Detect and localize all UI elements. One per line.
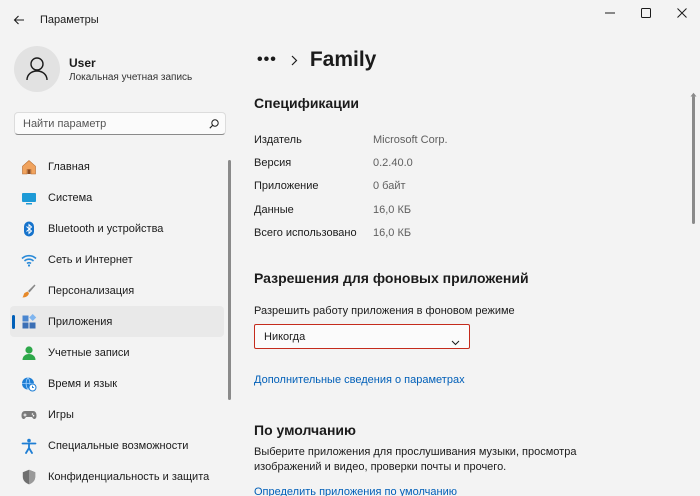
- minimize-icon: [605, 12, 615, 14]
- breadcrumb-ellipsis[interactable]: •••: [257, 51, 277, 69]
- minimize-button[interactable]: [592, 0, 628, 26]
- avatar: [14, 46, 60, 92]
- close-button[interactable]: [664, 0, 700, 26]
- user-profile[interactable]: User Локальная учетная запись: [14, 46, 224, 96]
- account-type: Локальная учетная запись: [69, 72, 193, 83]
- gamepad-icon: [20, 406, 38, 424]
- globe-clock-icon: [20, 375, 38, 393]
- spec-row: Всего использовано 16,0 КБ: [254, 222, 448, 245]
- spec-label: Приложение: [254, 180, 319, 193]
- sidebar-item-label: Приложения: [48, 315, 113, 328]
- defaults-title: По умолчанию: [254, 422, 356, 438]
- sidebar-item-privacy[interactable]: Конфиденциальность и защита: [10, 461, 224, 492]
- spec-value: Microsoft Corp.: [373, 133, 448, 146]
- sidebar-item-label: Сеть и Интернет: [48, 253, 133, 266]
- sidebar-item-accounts[interactable]: Учетные записи: [10, 337, 224, 368]
- sidebar-item-label: Учетные записи: [48, 346, 130, 359]
- arrow-left-icon: [13, 15, 24, 25]
- maximize-button[interactable]: [628, 0, 664, 26]
- sidebar-item-label: Конфиденциальность и защита: [48, 470, 210, 483]
- search-box: [14, 112, 226, 135]
- main-scrollbar[interactable]: [692, 96, 695, 224]
- person-icon: [26, 57, 48, 81]
- spec-row: Данные 16,0 КБ: [254, 198, 448, 221]
- sidebar-scrollbar[interactable]: [228, 160, 231, 400]
- search-button[interactable]: [206, 116, 221, 131]
- chevron-right-icon: [291, 55, 298, 66]
- breadcrumb: ••• Family: [257, 46, 376, 74]
- background-permission-dropdown[interactable]: Никогда: [254, 324, 470, 349]
- sidebar-item-time-language[interactable]: Время и язык: [10, 368, 224, 399]
- home-icon: [20, 158, 38, 176]
- specs-title: Спецификации: [254, 95, 360, 111]
- sidebar-item-system[interactable]: Система: [10, 182, 224, 213]
- sidebar-item-gaming[interactable]: Игры: [10, 399, 224, 430]
- spec-row: Приложение 0 байт: [254, 175, 448, 198]
- sidebar-item-apps[interactable]: Приложения: [10, 306, 224, 337]
- sidebar-item-personalization[interactable]: Персонализация: [10, 275, 224, 306]
- spec-label: Всего использовано: [254, 227, 357, 240]
- sidebar-item-label: Персонализация: [48, 284, 135, 297]
- window-controls: [592, 0, 700, 28]
- sidebar-item-label: Игры: [48, 408, 74, 421]
- search-input[interactable]: [15, 113, 201, 134]
- spec-label: Издатель: [254, 133, 302, 146]
- system-icon: [20, 189, 38, 207]
- back-button[interactable]: [8, 10, 30, 30]
- background-permissions-title: Разрешения для фоновых приложений: [254, 270, 529, 286]
- more-settings-link[interactable]: Дополнительные сведения о параметрах: [254, 374, 465, 386]
- sidebar-item-bluetooth[interactable]: Bluetooth и устройства: [10, 213, 224, 244]
- spec-row: Версия 0.2.40.0: [254, 151, 448, 174]
- sidebar-item-accessibility[interactable]: Специальные возможности: [10, 430, 224, 461]
- user-name: User: [69, 56, 96, 70]
- spec-label: Данные: [254, 203, 294, 216]
- selection-indicator: [12, 315, 15, 329]
- chevron-down-icon: [451, 333, 460, 351]
- sidebar-nav: Главная Система Bluetooth и устройства С…: [10, 151, 224, 492]
- app-title: Параметры: [40, 14, 99, 26]
- default-apps-link[interactable]: Определить приложения по умолчанию: [254, 486, 457, 496]
- spec-value: 16,0 КБ: [373, 227, 412, 240]
- shield-icon: [20, 468, 38, 486]
- specs-table: Издатель Microsoft Corp. Версия 0.2.40.0…: [254, 128, 448, 245]
- page-title: Family: [309, 48, 377, 71]
- close-icon: [677, 8, 687, 18]
- title-bar: Параметры: [0, 0, 700, 40]
- spec-value: 0 байт: [373, 180, 406, 193]
- wifi-icon: [20, 251, 38, 269]
- sidebar-item-label: Система: [48, 191, 93, 204]
- maximize-icon: [641, 8, 651, 18]
- background-permission-label: Разрешить работу приложения в фоновом ре…: [254, 305, 515, 317]
- spec-label: Версия: [254, 157, 292, 170]
- accessibility-icon: [20, 437, 38, 455]
- sidebar-item-label: Специальные возможности: [48, 439, 189, 452]
- sidebar-item-label: Главная: [48, 160, 90, 173]
- brush-icon: [20, 282, 38, 300]
- spec-value: 0.2.40.0: [373, 157, 413, 170]
- sidebar-item-network[interactable]: Сеть и Интернет: [10, 244, 224, 275]
- spec-row: Издатель Microsoft Corp.: [254, 128, 448, 151]
- defaults-description: Выберите приложения для прослушивания му…: [254, 446, 577, 473]
- bluetooth-icon: [20, 220, 38, 238]
- dropdown-selected-value: Никогда: [264, 331, 306, 343]
- apps-icon: [20, 313, 38, 331]
- sidebar-item-label: Время и язык: [48, 377, 118, 390]
- sidebar-item-home[interactable]: Главная: [10, 151, 224, 182]
- sidebar-item-label: Bluetooth и устройства: [48, 222, 164, 235]
- spec-value: 16,0 КБ: [373, 203, 412, 216]
- account-icon: [20, 344, 38, 362]
- search-icon: [208, 118, 219, 129]
